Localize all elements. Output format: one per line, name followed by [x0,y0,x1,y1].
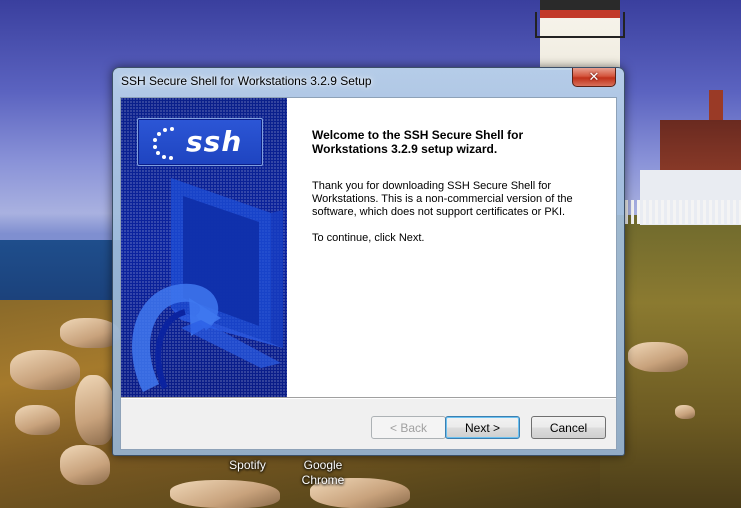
wizard-client-area: ssh Welcome to the SSH Secure Shell for … [120,97,617,450]
wallpaper-fence [625,200,741,224]
ssh-dots-icon [153,127,174,160]
back-button[interactable]: < Back [371,416,446,439]
window-title: SSH Secure Shell for Workstations 3.2.9 … [121,74,372,88]
ssh-logo-text: ssh [186,125,243,158]
next-button[interactable]: Next > [445,416,520,439]
wizard-side-graphic: ssh [121,98,287,397]
close-icon: ✕ [588,69,600,85]
close-button[interactable]: ✕ [572,68,616,87]
button-separator [121,397,616,399]
continue-instruction: To continue, click Next. [312,232,425,244]
desktop-icon-spotify-label[interactable]: Spotify [220,458,275,472]
desktop-icon-chrome-label[interactable]: Google Chrome [288,458,358,488]
welcome-description: Thank you for downloading SSH Secure She… [312,180,573,218]
wallpaper-house-roof [660,120,741,175]
ssh-logo: ssh [137,118,263,166]
wallpaper-rock [170,480,280,508]
cancel-button[interactable]: Cancel [531,416,606,439]
wallpaper-rock [75,375,115,445]
wallpaper-lighthouse-gallery [535,12,625,38]
setup-window: SSH Secure Shell for Workstations 3.2.9 … [112,67,625,456]
wallpaper-rock [60,445,110,485]
wallpaper-rock [10,350,80,390]
wallpaper-rock [628,342,688,372]
wallpaper-rock [675,405,695,419]
wallpaper-rock [15,405,60,435]
title-bar[interactable]: SSH Secure Shell for Workstations 3.2.9 … [113,68,624,94]
welcome-pane: ssh Welcome to the SSH Secure Shell for … [121,98,616,397]
wallpaper-rock [60,318,120,348]
welcome-heading: Welcome to the SSH Secure Shell for Work… [312,128,524,156]
